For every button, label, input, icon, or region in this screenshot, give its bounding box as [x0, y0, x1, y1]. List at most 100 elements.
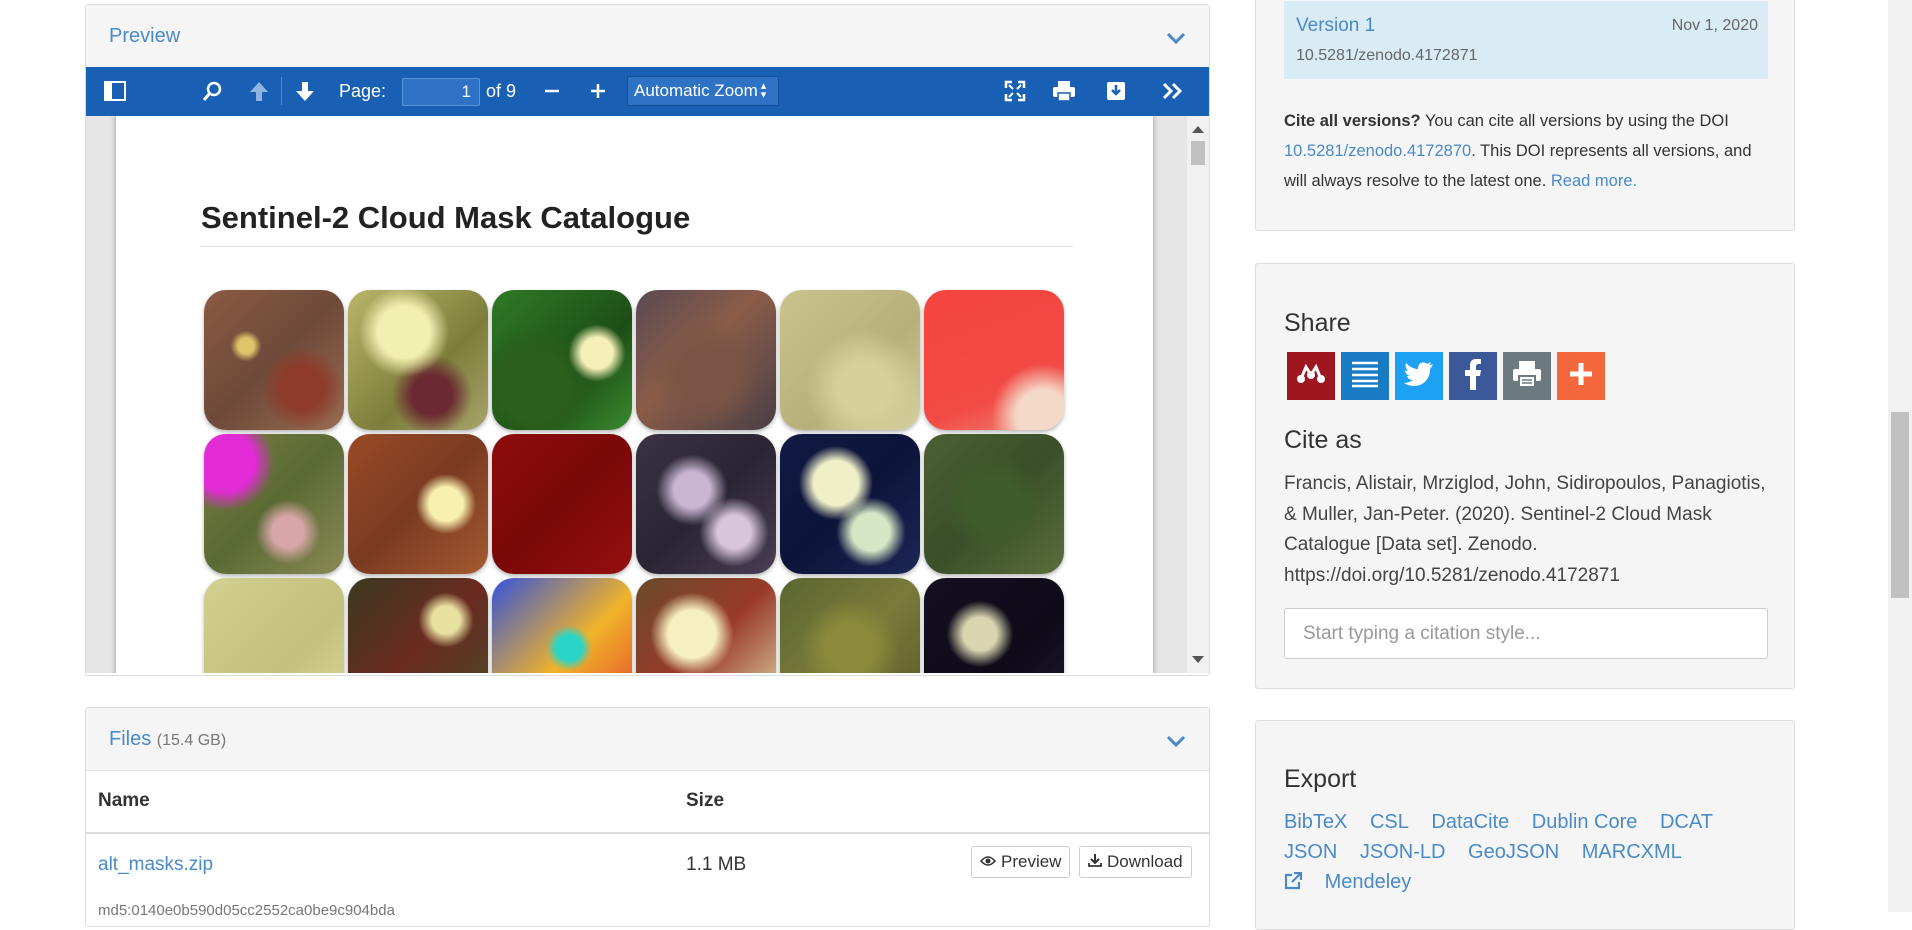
- pdf-scroll-thumb[interactable]: [1191, 141, 1205, 165]
- tools-menu-icon[interactable]: [1158, 77, 1188, 105]
- zoom-out-icon[interactable]: [540, 77, 564, 105]
- chevron-down-icon[interactable]: [1165, 27, 1187, 49]
- download-icon[interactable]: [1101, 77, 1131, 105]
- sidebar-toggle-icon[interactable]: [100, 77, 130, 105]
- facebook-icon: [1464, 358, 1482, 395]
- preview-panel-header[interactable]: Preview: [86, 5, 1209, 68]
- satellite-image-grid: [204, 290, 1064, 673]
- file-preview-button[interactable]: Preview: [971, 846, 1071, 878]
- share-facebook-button[interactable]: [1449, 352, 1497, 400]
- share-more-button[interactable]: [1557, 352, 1605, 400]
- table-header-rule: [86, 832, 1209, 834]
- export-bibtex-link[interactable]: BibTeX: [1284, 811, 1347, 833]
- share-print-button[interactable]: [1503, 352, 1551, 400]
- version-link[interactable]: Version 1: [1296, 15, 1375, 37]
- share-mendeley-button[interactable]: [1287, 352, 1335, 400]
- export-marcxml-link[interactable]: MARCXML: [1582, 841, 1682, 863]
- print-icon[interactable]: [1049, 77, 1079, 105]
- export-heading: Export: [1284, 765, 1357, 793]
- toolbar-separator: [281, 77, 282, 105]
- file-preview-label: Preview: [1001, 852, 1062, 871]
- search-icon[interactable]: [198, 77, 228, 105]
- export-dublin-core-link[interactable]: Dublin Core: [1532, 811, 1638, 833]
- satellite-thumbnail: [204, 578, 344, 673]
- version-row[interactable]: Version 1 Nov 1, 2020 10.5281/zenodo.417…: [1284, 1, 1768, 79]
- satellite-thumbnail: [780, 434, 920, 574]
- read-more-link[interactable]: Read more.: [1551, 172, 1637, 190]
- preview-panel: Preview Page: of 9 Automatic Zoom ▴▾: [85, 4, 1210, 676]
- cite-all-heading: Cite all versions?: [1284, 112, 1421, 130]
- versions-card: Version 1 Nov 1, 2020 10.5281/zenodo.417…: [1255, 0, 1795, 231]
- pdf-title: Sentinel-2 Cloud Mask Catalogue: [201, 200, 691, 235]
- export-mendeley-link[interactable]: Mendeley: [1284, 871, 1411, 893]
- satellite-thumbnail: [636, 290, 776, 430]
- version-doi: 10.5281/zenodo.4172871: [1296, 47, 1478, 64]
- preview-panel-title: Preview: [109, 25, 181, 47]
- satellite-thumbnail: [924, 578, 1064, 673]
- page-number-input[interactable]: [402, 78, 480, 106]
- chevron-down-icon[interactable]: [1165, 730, 1187, 752]
- satellite-thumbnail: [348, 290, 488, 430]
- column-header-size: Size: [686, 790, 725, 811]
- cite-as-heading: Cite as: [1284, 426, 1362, 454]
- export-json-ld-link[interactable]: JSON-LD: [1360, 841, 1446, 863]
- external-link-icon: [1284, 871, 1303, 893]
- export-dcat-link[interactable]: DCAT: [1660, 811, 1713, 833]
- select-arrows-icon: ▴ ▾: [760, 80, 767, 101]
- mendeley-icon: [1295, 363, 1327, 390]
- citation-style-input[interactable]: [1284, 608, 1768, 659]
- satellite-thumbnail: [924, 434, 1064, 574]
- satellite-thumbnail: [492, 578, 632, 673]
- export-links: BibTeX CSL DataCite Dublin Core DCAT JSO…: [1284, 807, 1754, 897]
- satellite-thumbnail: [780, 578, 920, 673]
- files-panel-header[interactable]: Files (15.4 GB): [86, 708, 1209, 771]
- share-twitter-button[interactable]: [1395, 352, 1443, 400]
- satellite-thumbnail: [636, 578, 776, 673]
- satellite-thumbnail: [492, 290, 632, 430]
- scroll-down-arrow-icon[interactable]: [1192, 656, 1204, 663]
- share-heading: Share: [1284, 309, 1351, 337]
- share-list-button[interactable]: [1341, 352, 1389, 400]
- satellite-thumbnail: [204, 290, 344, 430]
- fullscreen-icon[interactable]: [1000, 77, 1030, 105]
- files-title: Files: [109, 728, 152, 750]
- share-card: Share Cite as Francis, Alistair, Mrziglo…: [1255, 263, 1795, 689]
- zoom-select-value: Automatic Zoom: [634, 81, 758, 100]
- satellite-thumbnail: [924, 290, 1064, 430]
- print-icon: [1512, 360, 1542, 393]
- cite-all-text: You can cite all versions by using the D…: [1424, 112, 1729, 130]
- file-download-button[interactable]: Download: [1079, 846, 1192, 878]
- files-panel: Files (15.4 GB) Name Size alt_masks.zip …: [85, 707, 1210, 927]
- pdf-viewport[interactable]: Sentinel-2 Cloud Mask Catalogue: [86, 116, 1209, 673]
- page-label: Page:: [339, 81, 387, 101]
- satellite-thumbnail: [348, 578, 488, 673]
- concept-doi-link[interactable]: 10.5281/zenodo.4172870: [1284, 142, 1471, 160]
- page-scroll-thumb[interactable]: [1891, 412, 1909, 598]
- satellite-thumbnail: [780, 290, 920, 430]
- plus-icon: [1568, 361, 1594, 392]
- previous-page-icon[interactable]: [244, 77, 274, 105]
- page-count: of 9: [486, 81, 517, 101]
- pdf-scrollbar[interactable]: [1187, 116, 1209, 673]
- satellite-thumbnail: [636, 434, 776, 574]
- file-name-link[interactable]: alt_masks.zip: [98, 854, 213, 876]
- export-geojson-link[interactable]: GeoJSON: [1468, 841, 1559, 863]
- files-total-size: (15.4 GB): [156, 732, 227, 749]
- export-json-link[interactable]: JSON: [1284, 841, 1337, 863]
- satellite-thumbnail: [492, 434, 632, 574]
- file-download-label: Download: [1107, 852, 1183, 871]
- zoom-select[interactable]: Automatic Zoom ▴ ▾: [627, 76, 779, 106]
- scroll-up-arrow-icon[interactable]: [1192, 126, 1204, 133]
- pdf-page: Sentinel-2 Cloud Mask Catalogue: [116, 116, 1153, 673]
- zoom-in-icon[interactable]: [586, 77, 610, 105]
- export-csl-link[interactable]: CSL: [1370, 811, 1409, 833]
- next-page-icon[interactable]: [290, 77, 320, 105]
- version-date: Nov 1, 2020: [1671, 17, 1758, 34]
- export-datacite-link[interactable]: DataCite: [1431, 811, 1509, 833]
- file-size: 1.1 MB: [686, 854, 747, 875]
- twitter-icon: [1404, 361, 1434, 392]
- export-card: Export BibTeX CSL DataCite Dublin Core D…: [1255, 720, 1795, 930]
- files-panel-title: Files (15.4 GB): [109, 728, 226, 751]
- page-scrollbar[interactable]: [1888, 0, 1912, 912]
- download-icon: [1088, 852, 1102, 872]
